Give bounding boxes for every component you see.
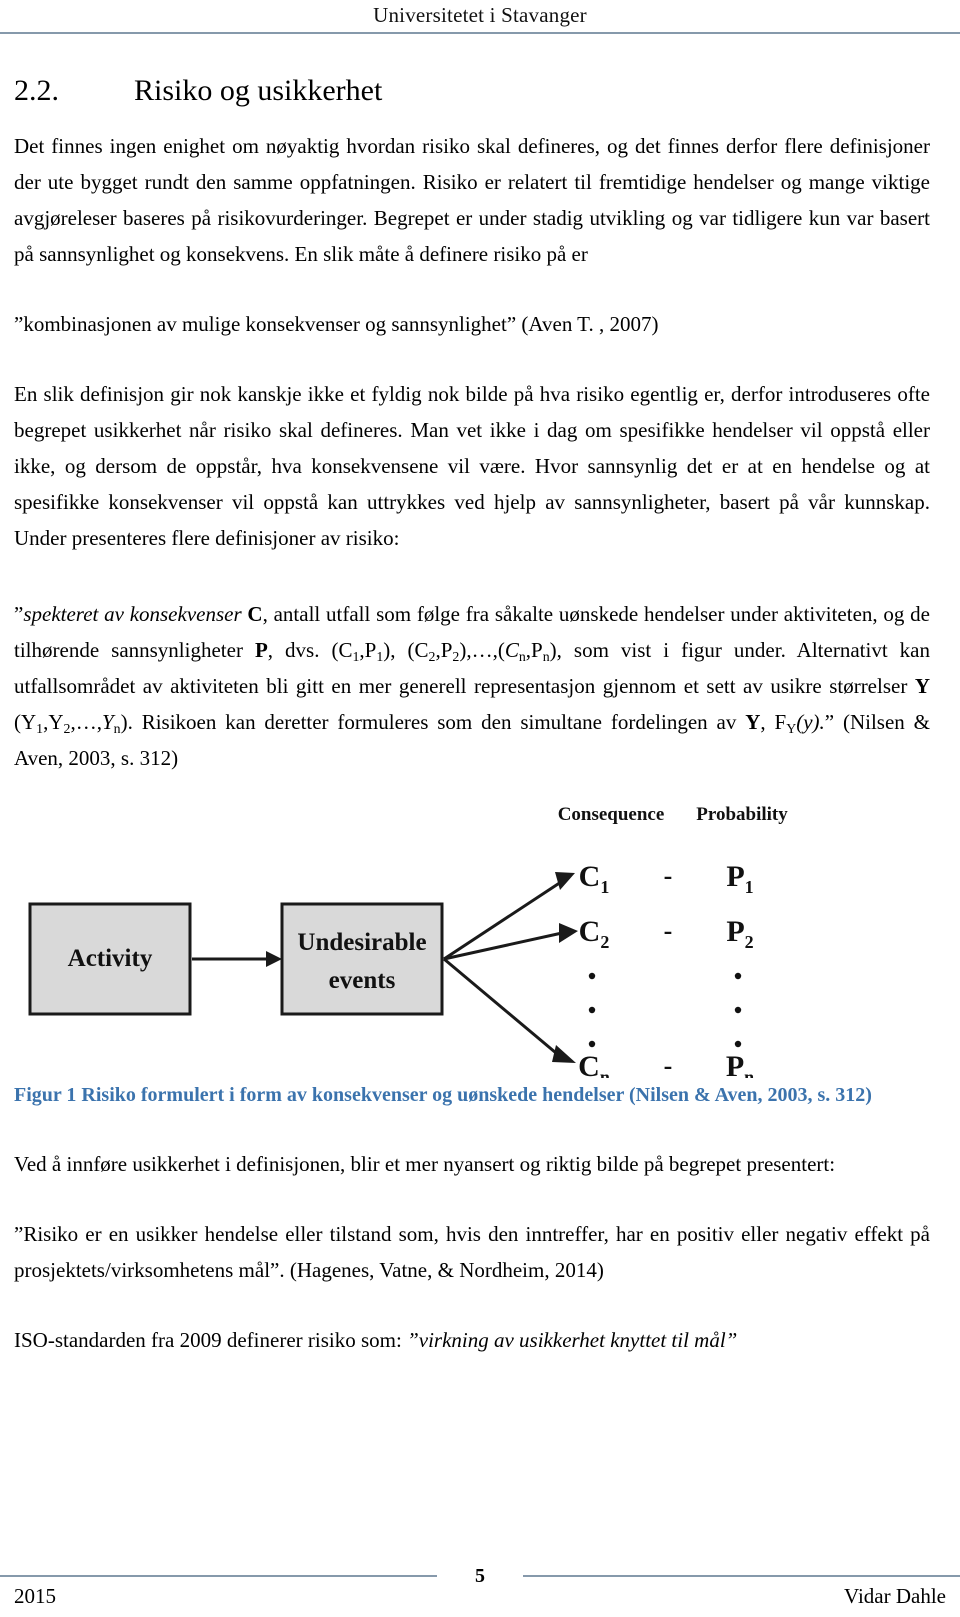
label-cn: Cn	[578, 1050, 610, 1078]
box-activity-label: Activity	[68, 945, 153, 972]
text-seg-2: , dvs. (C	[267, 638, 353, 662]
paragraph-iso: ISO-standarden fra 2009 definerer risiko…	[14, 1322, 930, 1358]
paragraph-intro: Det finnes ingen enighet om nøyaktig hvo…	[14, 134, 930, 266]
figure-risk-diagram: Consequence Probability Activity Undesir…	[14, 798, 930, 1078]
label-pn: Pn	[726, 1050, 754, 1078]
footer-year: 2015	[14, 1584, 56, 1608]
column-header-consequence: Consequence	[558, 804, 665, 825]
text-seg-13: , F	[760, 710, 787, 734]
header-divider	[0, 32, 960, 34]
quote-close: ”	[824, 710, 835, 734]
box-undesirable-events: Undesirable events	[280, 902, 444, 1016]
symbol-p: P	[254, 638, 268, 662]
symbol-y: Y	[914, 674, 930, 698]
page-footer: 5 2015 Vidar Dahle	[0, 1547, 960, 1617]
text-seg-5: ,P	[435, 638, 453, 662]
paragraph-nilsen-aven: ”spekteret av konsekvenser C, antall utf…	[14, 596, 930, 776]
text-seg-6: ),…,(	[459, 638, 505, 662]
box-activity: Activity	[28, 902, 192, 1016]
text-seg-3: ,P	[359, 638, 377, 662]
document-content: 2.2. Risiko og usikkerhet Det finnes ing…	[14, 72, 930, 1358]
footer-author: Vidar Dahle	[844, 1584, 946, 1608]
dash-1: -	[664, 861, 673, 890]
arrow-branch-cn	[443, 957, 576, 1063]
label-p1: P1	[726, 860, 753, 897]
subscript-nb: n	[542, 648, 550, 664]
ellipsis-probability	[734, 972, 742, 1048]
dash-n: -	[664, 1051, 673, 1078]
column-header-probability: Probability	[696, 804, 788, 825]
subscript-yn: n	[113, 720, 121, 736]
iso-quote-text: ”virkning av usikkerhet knyttet til mål”	[407, 1328, 738, 1352]
text-seg-10: ,Y	[43, 710, 64, 734]
quote-open: ”	[14, 602, 24, 626]
arrow-activity-to-events	[192, 951, 282, 967]
figure-row-n: Cn - Pn	[578, 1050, 754, 1078]
section-title: Risiko og usikkerhet	[134, 74, 383, 107]
label-p2: P2	[726, 915, 753, 952]
paragraph-after-figure: Ved å innføre usikkerhet i definisjonen,…	[14, 1152, 836, 1176]
label-c1: C1	[579, 860, 610, 897]
text-seg-11: ,…,	[70, 710, 102, 734]
paragraph-uncertainty: En slik definisjon gir nok kanskje ikke …	[14, 382, 930, 550]
header-title: Universitetet i Stavanger	[373, 3, 587, 27]
subscript-big-y: Y	[786, 720, 797, 736]
quote-aven: ”kombinasjonen av mulige konsekvenser og…	[14, 312, 659, 336]
figure-caption: Figur 1 Risiko formulert i form av konse…	[14, 1084, 872, 1106]
dash-2: -	[664, 916, 673, 945]
notation-of-y: (y).	[796, 710, 825, 734]
box-events-label-line2: events	[329, 967, 396, 994]
symbol-c: C	[247, 602, 263, 626]
symbol-y2: Y	[745, 710, 761, 734]
risk-diagram-svg: Consequence Probability Activity Undesir…	[28, 804, 788, 1078]
label-c2: C2	[579, 915, 610, 952]
figure-row-2: C2 - P2	[579, 915, 754, 952]
quote-hagenes: ”Risiko er en usikker hendelse eller til…	[14, 1216, 930, 1288]
text-seg-4: ), (C	[383, 638, 429, 662]
text-seg-9: (Y	[14, 710, 37, 734]
section-heading: 2.2. Risiko og usikkerhet	[14, 72, 930, 110]
text-seg-12: ). Risikoen kan deretter formuleres som …	[120, 710, 746, 734]
page-header: Universitetet i Stavanger	[0, 0, 960, 40]
iso-lead-text: ISO-standarden fra 2009 definerer risiko…	[14, 1328, 408, 1352]
section-number: 2.2.	[14, 74, 59, 107]
subscript-na: n	[518, 648, 526, 664]
figure-row-1: C1 - P1	[579, 860, 754, 897]
symbol-yn: Y	[101, 710, 114, 734]
arrow-branch-c2	[443, 923, 578, 961]
text-seg-7: ,P	[525, 638, 543, 662]
page-number: 5	[475, 1565, 485, 1587]
symbol-cn: C	[504, 638, 519, 662]
term-spekteret: spekteret av konsekvenser	[23, 602, 242, 626]
quote-hagenes-citation: . (Hagenes, Vatne, & Nordheim, 2014)	[279, 1258, 604, 1282]
box-events-label-line1: Undesirable	[297, 929, 426, 956]
ellipsis-consequence	[588, 972, 596, 1048]
